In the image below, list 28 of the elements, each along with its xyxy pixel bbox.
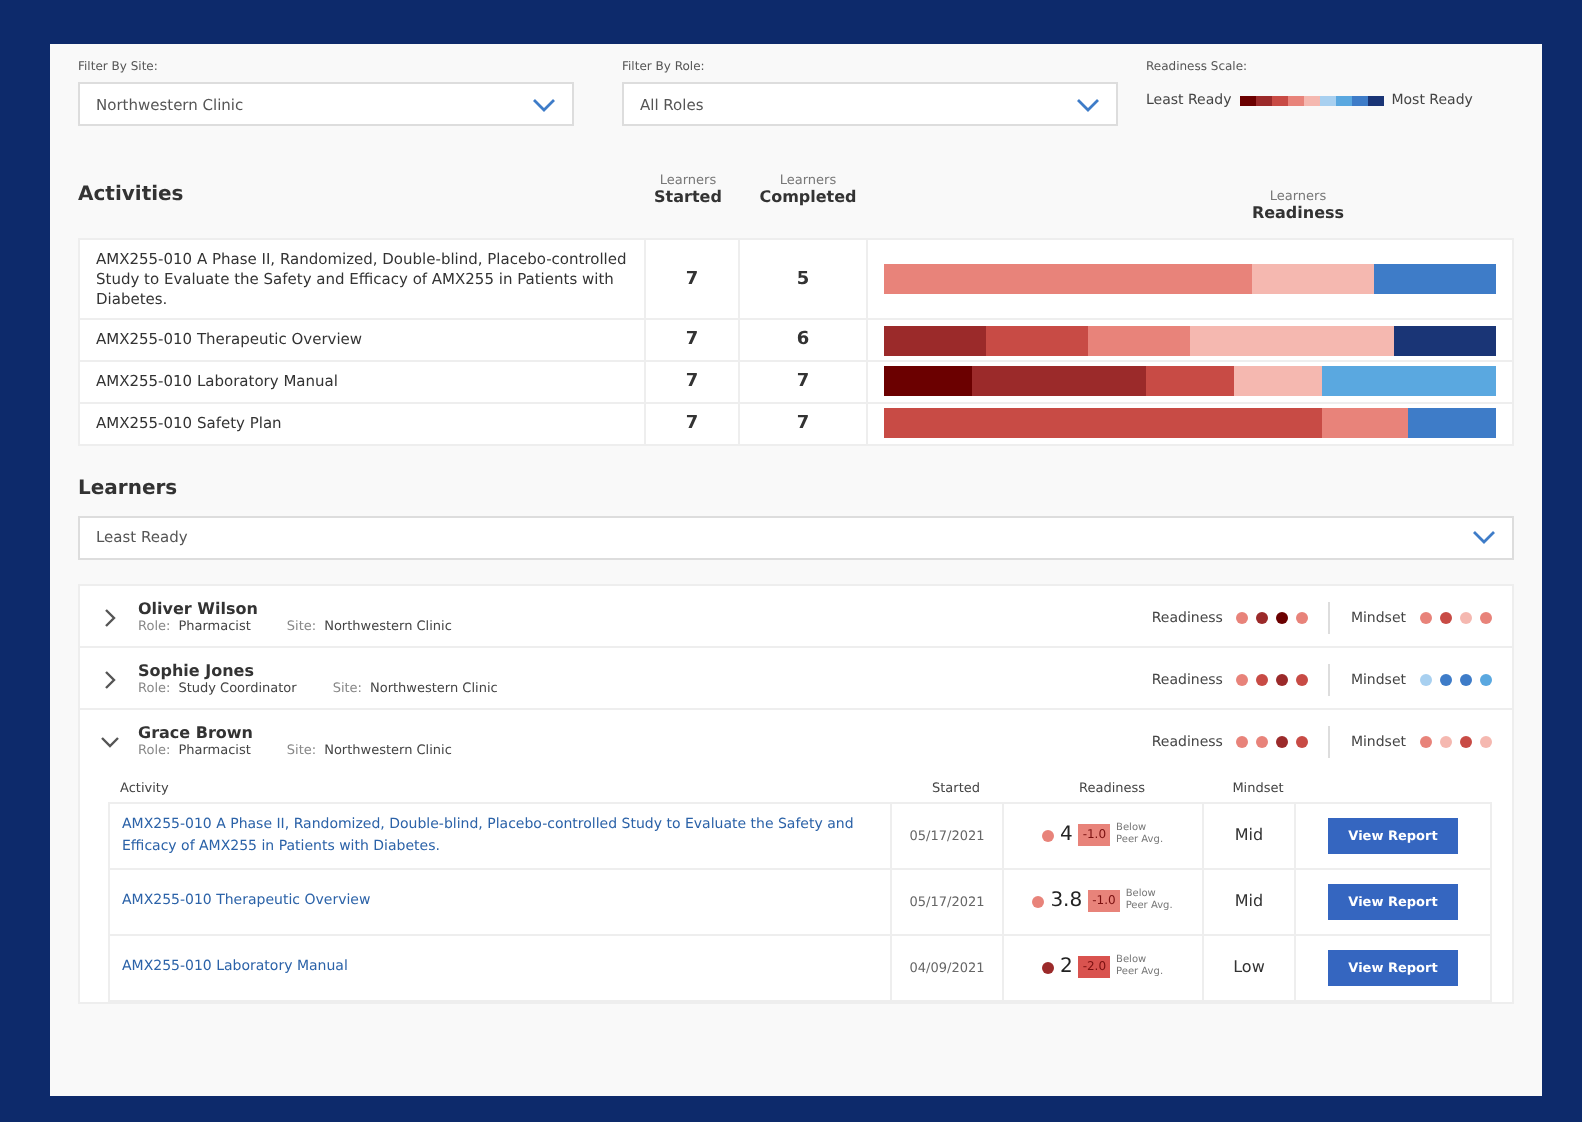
completed-count: 7 xyxy=(738,362,866,402)
started-count: 7 xyxy=(644,362,738,402)
chevron-down-icon xyxy=(1076,97,1100,111)
completed-count: 7 xyxy=(738,403,866,443)
readiness-score: 4 xyxy=(1059,824,1073,846)
mindset-value: Mid xyxy=(1234,892,1264,910)
chevron-down-icon[interactable] xyxy=(100,731,120,751)
section-title: Learners xyxy=(78,477,180,499)
chevron-right-icon[interactable] xyxy=(100,607,120,627)
chevron-down-icon xyxy=(532,97,556,111)
started-count: 7 xyxy=(644,240,738,319)
completed-count: 6 xyxy=(738,320,866,360)
learner-name[interactable]: Grace Brown xyxy=(138,724,1152,742)
column-title: Completed xyxy=(759,188,857,206)
readiness-score: 3.8 xyxy=(1050,890,1083,912)
learner-name[interactable]: Oliver Wilson xyxy=(138,600,1152,618)
started-count: 7 xyxy=(644,320,738,360)
column-title: Readiness xyxy=(1251,204,1345,222)
started-count: 7 xyxy=(644,403,738,443)
learner-name[interactable]: Sophie Jones xyxy=(138,662,1152,680)
column-title: Started xyxy=(654,188,722,206)
mindset-value: Mid xyxy=(1234,826,1264,844)
mindset-value: Low xyxy=(1233,958,1265,976)
chevron-down-icon xyxy=(1472,530,1496,544)
section-title: Activities xyxy=(78,184,186,210)
completed-count: 5 xyxy=(738,240,866,319)
readiness-score: 2 xyxy=(1059,956,1073,978)
chevron-right-icon[interactable] xyxy=(100,669,120,689)
